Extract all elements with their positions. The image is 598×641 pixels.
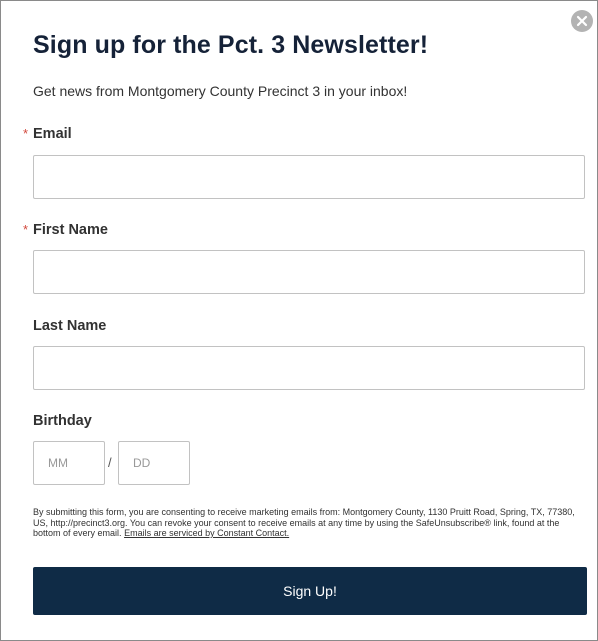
required-marker-email: * xyxy=(23,126,29,141)
form-subtitle: Get news from Montgomery County Precinct… xyxy=(33,83,408,99)
birthday-day-field[interactable] xyxy=(118,441,190,485)
signup-modal: Sign up for the Pct. 3 Newsletter! Get n… xyxy=(0,0,598,641)
email-field[interactable] xyxy=(33,155,585,199)
required-marker-first-name: * xyxy=(23,222,29,237)
consent-body: By submitting this form, you are consent… xyxy=(33,507,575,538)
consent-text: By submitting this form, you are consent… xyxy=(33,507,588,539)
birthday-label: Birthday xyxy=(33,413,92,429)
email-label: Email xyxy=(33,126,72,142)
birthday-separator: / xyxy=(108,455,112,470)
birthday-month-field[interactable] xyxy=(33,441,105,485)
sign-up-button[interactable]: Sign Up! xyxy=(33,567,587,615)
last-name-label: Last Name xyxy=(33,318,107,334)
constant-contact-link[interactable]: Emails are serviced by Constant Contact. xyxy=(124,528,289,538)
first-name-field[interactable] xyxy=(33,250,585,294)
last-name-field[interactable] xyxy=(33,346,585,390)
form-title: Sign up for the Pct. 3 Newsletter! xyxy=(33,31,429,59)
first-name-label: First Name xyxy=(33,222,108,238)
close-icon[interactable] xyxy=(571,10,593,32)
